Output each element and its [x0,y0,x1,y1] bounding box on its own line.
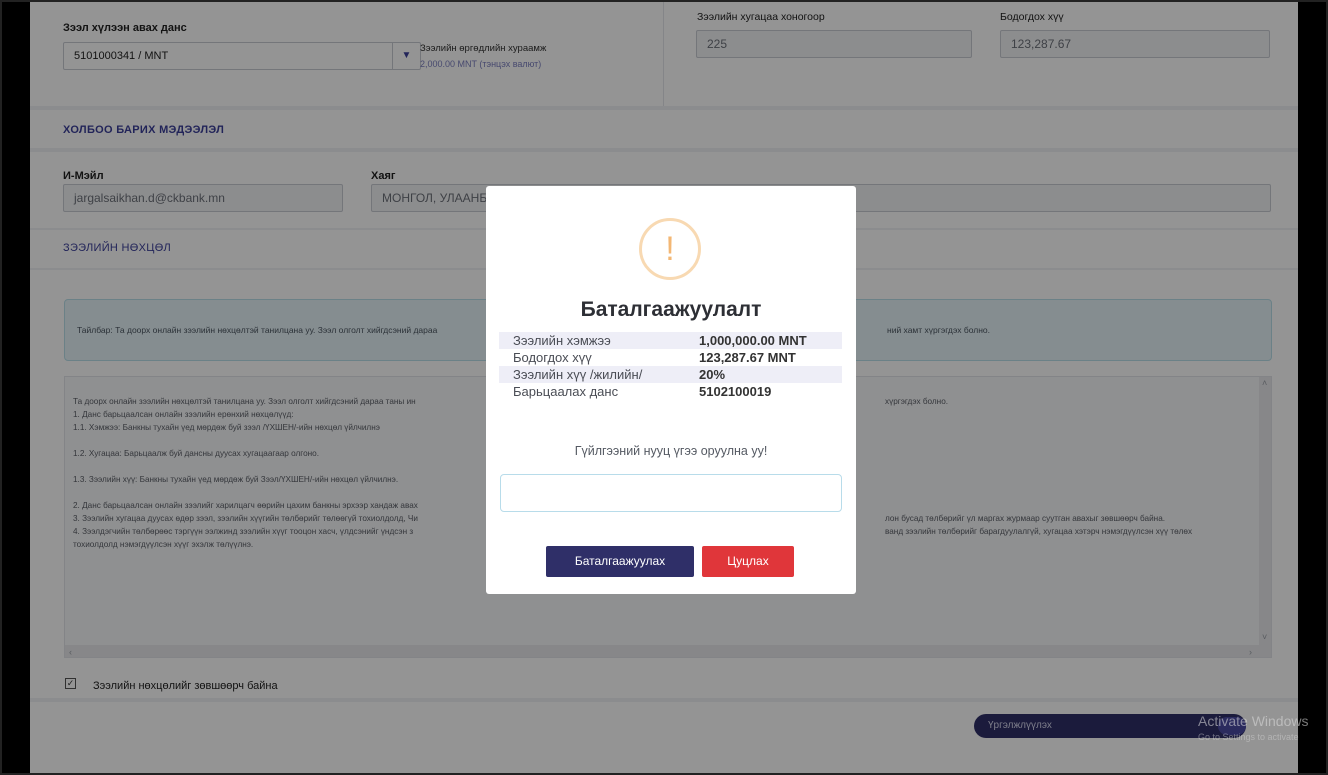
confirm-button[interactable]: Баталгаажуулах [546,546,694,577]
info-key: Зээлийн хэмжээ [513,333,611,348]
info-value: 5102100019 [699,384,772,399]
info-value: 123,287.67 MNT [699,350,796,365]
info-key: Барьцаалах данс [513,384,619,399]
info-key: Бодогдох хүү [513,350,592,365]
exclamation-icon: ! [639,218,701,280]
info-value: 20% [699,367,726,382]
info-row-rate: Зээлийн хүү /жилийн/ 20% [499,366,842,383]
info-row-amount: Зээлийн хэмжээ 1,000,000.00 MNT [499,332,842,349]
windows-watermark-sub: Go to Settings to activate [1198,732,1299,742]
info-row-collateral: Барьцаалах данс 5102100019 [499,383,842,400]
screen: Зээл хүлээн авах данс 5101000341 / MNT ▼… [0,0,1328,775]
confirm-info-table: Зээлийн хэмжээ 1,000,000.00 MNT Бодогдох… [499,332,842,400]
info-key: Зээлийн хүү /жилийн/ [513,367,643,382]
password-prompt: Гүйлгээний нууц үгээ оруулна уу! [574,444,768,458]
cancel-button[interactable]: Цуцлах [702,546,794,577]
modal-title: Баталгаажуулалт [580,298,762,321]
confirm-modal: ! Баталгаажуулалт Зээлийн хэмжээ 1,000,0… [486,186,856,594]
transaction-password-input[interactable] [500,474,842,512]
windows-watermark: Activate Windows [1198,713,1309,729]
info-value: 1,000,000.00 MNT [699,333,807,348]
info-row-interest: Бодогдох хүү 123,287.67 MNT [499,349,842,366]
